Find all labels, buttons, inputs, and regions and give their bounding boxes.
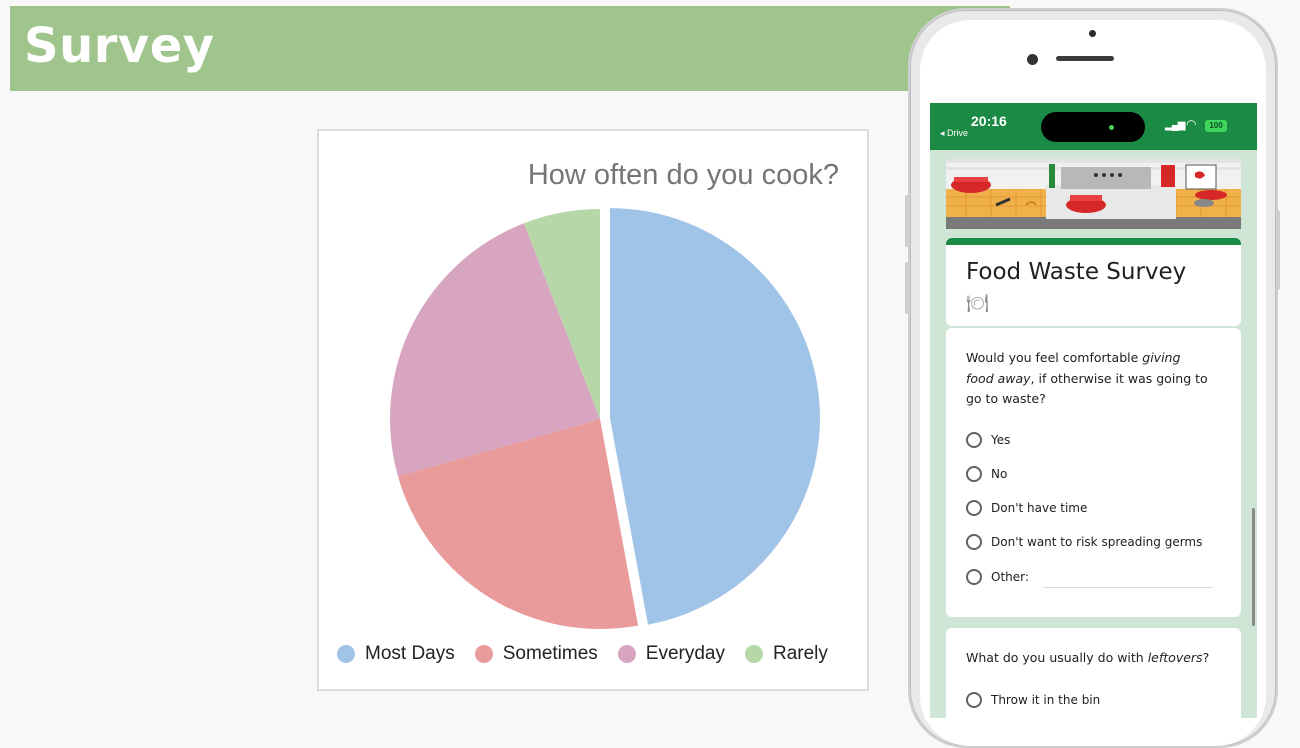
- legend-label: Most Days: [365, 643, 455, 664]
- kitchen-header-illustration: [946, 159, 1241, 229]
- pie-chart: [390, 208, 820, 629]
- question-card-leftovers: What do you usually do with leftovers? T…: [946, 628, 1241, 718]
- camera-indicator: [1109, 125, 1114, 130]
- question-text: What do you usually do with leftovers?: [966, 650, 1209, 665]
- pie-chart-card: How often do you cook? Most Days Sometim…: [317, 129, 869, 691]
- legend-swatch: [474, 645, 493, 663]
- option-spreading-germs[interactable]: Don't want to risk spreading germs: [966, 534, 1202, 550]
- question-text-emphasis: leftovers: [1147, 650, 1203, 665]
- radio-button[interactable]: [966, 569, 982, 585]
- legend-item-sometimes: Sometimes: [474, 643, 598, 665]
- legend-swatch: [617, 645, 636, 663]
- legend-item-most-days: Most Days: [337, 643, 455, 665]
- option-yes[interactable]: Yes: [966, 432, 1010, 448]
- option-label: Don't want to risk spreading germs: [991, 535, 1203, 549]
- question-text-part: ?: [1202, 650, 1210, 665]
- dynamic-island: [1041, 112, 1145, 142]
- page-title: Survey: [24, 18, 215, 74]
- status-bar: 20:16 ◂ Drive ▂▄▆ ◠ 100: [930, 103, 1257, 150]
- earpiece-speaker: [1056, 56, 1114, 61]
- front-camera: [1027, 54, 1038, 65]
- option-throw-in-bin[interactable]: Throw it in the bin: [966, 692, 1100, 708]
- question-text-part: What do you usually do with: [966, 650, 1148, 665]
- question-text-part: Would you feel comfortable: [966, 350, 1143, 365]
- option-label: Don't have time: [991, 501, 1088, 515]
- plate-icon: 🍽: [966, 293, 989, 314]
- signal-icon: ▂▄▆: [1165, 120, 1185, 131]
- wifi-icon: ◠: [1186, 117, 1197, 131]
- radio-button[interactable]: [966, 466, 982, 482]
- legend-item-rarely: Rarely: [744, 643, 828, 665]
- legend-item-everyday: Everyday: [617, 643, 725, 665]
- option-label: Yes: [991, 433, 1011, 447]
- question-card-giving-food: Would you feel comfortable giving food a…: [946, 328, 1241, 617]
- radio-button[interactable]: [966, 432, 982, 448]
- option-dont-have-time[interactable]: Don't have time: [966, 500, 1087, 516]
- chart-title: How often do you cook?: [527, 159, 839, 191]
- scrollbar[interactable]: [1252, 508, 1255, 626]
- radio-button[interactable]: [966, 534, 982, 550]
- form-header-card: Food Waste Survey 🍽: [946, 238, 1241, 326]
- chart-legend: Most Days Sometimes Everyday Rarely: [337, 643, 828, 665]
- back-to-drive-link[interactable]: ◂ Drive: [940, 128, 968, 139]
- option-label: No: [991, 467, 1008, 481]
- header-banner: Survey: [10, 6, 1010, 91]
- legend-label: Rarely: [772, 643, 828, 664]
- pie-slice-most-days: [609, 208, 820, 625]
- status-time: 20:16: [971, 113, 1007, 129]
- radio-button[interactable]: [966, 500, 982, 516]
- volume-up-button: [905, 195, 909, 247]
- form-title: Food Waste Survey: [966, 259, 1187, 285]
- other-text-input[interactable]: [1043, 587, 1213, 588]
- option-label: Throw it in the bin: [991, 693, 1101, 707]
- phone-screen[interactable]: 20:16 ◂ Drive ▂▄▆ ◠ 100 Food Waste Surve…: [930, 103, 1257, 718]
- legend-swatch: [337, 645, 355, 663]
- volume-down-button: [905, 262, 909, 314]
- battery-icon: 100: [1205, 120, 1227, 132]
- legend-label: Everyday: [645, 643, 725, 664]
- legend-swatch: [744, 645, 763, 663]
- option-label: Other:: [991, 570, 1029, 584]
- power-button: [1276, 210, 1280, 290]
- proximity-sensor: [1089, 30, 1096, 37]
- question-text: Would you feel comfortable giving food a…: [966, 348, 1211, 410]
- option-no[interactable]: No: [966, 466, 1007, 482]
- option-other[interactable]: Other:: [966, 569, 1029, 585]
- legend-label: Sometimes: [502, 643, 598, 664]
- radio-button[interactable]: [966, 692, 982, 708]
